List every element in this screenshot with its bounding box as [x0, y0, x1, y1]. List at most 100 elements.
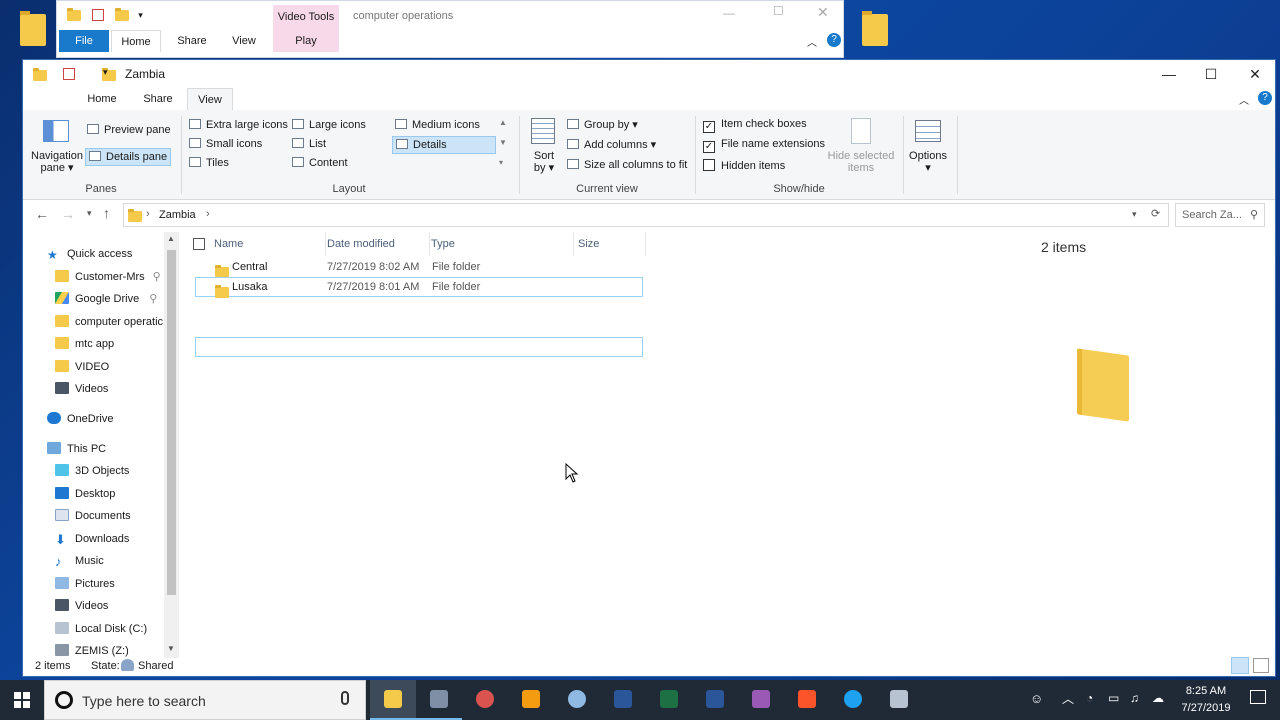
app-taskbar-icon[interactable] — [738, 680, 784, 720]
tab-home[interactable]: Home — [79, 88, 125, 110]
column-header-size[interactable]: Size — [578, 232, 646, 256]
up-arrow-icon[interactable]: ↑ — [103, 205, 110, 221]
nav-3d-objects[interactable]: 3D Objects — [55, 461, 129, 481]
excel-taskbar-icon[interactable] — [646, 680, 692, 720]
add-columns-button[interactable]: Add columns ▾ — [567, 138, 656, 151]
file-name-extensions-checkbox[interactable]: ✓ File name extensions — [703, 138, 825, 153]
app-taskbar-icon[interactable] — [876, 680, 922, 720]
clock-time[interactable]: 8:25 AM — [1180, 685, 1232, 697]
nav-mtc-app[interactable]: mtc app — [55, 334, 114, 354]
navigation-pane-button[interactable]: Navigation pane ▾ — [29, 150, 85, 174]
close-button[interactable]: ✕ — [1233, 60, 1277, 88]
show-hidden-icons-icon[interactable]: ︿ — [1062, 690, 1074, 707]
app-taskbar-icon[interactable] — [554, 680, 600, 720]
preview-pane-button[interactable]: Preview pane — [87, 124, 171, 136]
sort-by-button[interactable]: Sort by ▾ — [527, 150, 561, 174]
details-pane-button[interactable]: Details pane — [85, 148, 172, 166]
layout-list[interactable]: List — [292, 138, 326, 150]
nav-computer-operations[interactable]: computer operatic — [55, 312, 163, 332]
microphone-icon[interactable] — [341, 691, 349, 705]
collapse-ribbon-icon[interactable]: ︿ — [807, 34, 817, 49]
layout-scroll-up-icon[interactable]: ▲ — [499, 118, 507, 127]
tab-share[interactable]: Share — [167, 30, 217, 52]
taskbar-search-input[interactable]: Type here to search — [44, 680, 366, 720]
hide-selected-items-button[interactable]: Hide selected items — [825, 150, 897, 174]
properties-icon[interactable] — [63, 68, 75, 80]
nav-pictures[interactable]: Pictures — [55, 574, 115, 594]
layout-tiles[interactable]: Tiles — [189, 157, 229, 169]
navigation-scrollbar[interactable]: ▲ ▼ — [164, 232, 179, 658]
people-icon[interactable]: ☺ — [1030, 691, 1043, 706]
tab-view[interactable]: View — [187, 88, 233, 110]
layout-content[interactable]: Content — [292, 157, 348, 169]
minimize-button[interactable]: — — [723, 6, 735, 20]
nav-customer-mrs[interactable]: Customer-Mrs ⚲ — [55, 267, 161, 287]
size-all-columns-button[interactable]: Size all columns to fit — [567, 159, 687, 171]
file-explorer-taskbar-icon[interactable] — [370, 680, 416, 720]
column-header-date-modified[interactable]: Date modified — [326, 232, 430, 256]
scrollbar-thumb[interactable] — [167, 250, 176, 595]
breadcrumb-chevron-icon[interactable]: › — [146, 208, 150, 220]
customize-toolbar-icon[interactable]: ▾ — [103, 67, 108, 78]
hidden-items-checkbox[interactable]: Hidden items — [703, 159, 785, 172]
clock-date[interactable]: 7/27/2019 — [1174, 702, 1238, 714]
layout-more-icon[interactable]: ▾ — [499, 158, 503, 167]
notifications-icon[interactable] — [1250, 690, 1266, 704]
table-row[interactable] — [195, 337, 643, 357]
back-arrow-icon[interactable]: ← — [35, 206, 49, 222]
group-by-button[interactable]: Group by ▾ — [567, 118, 638, 131]
details-view-toggle[interactable] — [1231, 657, 1249, 674]
recent-locations-icon[interactable]: ▾ — [87, 208, 92, 219]
tab-play[interactable]: Play — [273, 30, 339, 52]
nav-google-drive[interactable]: Google Drive ⚲ — [55, 289, 157, 309]
network-icon[interactable]: ◔ — [1086, 691, 1093, 705]
nav-videos[interactable]: Videos — [55, 596, 108, 616]
new-folder-icon[interactable] — [115, 7, 130, 21]
background-explorer-window[interactable]: ▾ Video Tools computer operations — ☐ ✕ … — [56, 0, 844, 58]
help-icon[interactable]: ? — [827, 33, 841, 47]
nav-quick-access[interactable]: ★ Quick access — [47, 244, 132, 264]
brave-taskbar-icon[interactable] — [784, 680, 830, 720]
table-row[interactable]: Central 7/27/2019 8:02 AM File folder — [195, 257, 643, 278]
forward-arrow-icon[interactable]: → — [61, 206, 75, 222]
app-taskbar-icon[interactable] — [416, 680, 462, 720]
close-button[interactable]: ✕ — [817, 4, 829, 21]
desktop-folder-icon[interactable] — [20, 11, 46, 46]
tab-file[interactable]: File — [59, 30, 109, 52]
maximize-button[interactable]: ☐ — [1189, 60, 1233, 88]
layout-extra-large-icons[interactable]: Extra large icons — [189, 119, 288, 131]
app-taskbar-icon[interactable] — [462, 680, 508, 720]
minimize-button[interactable]: — — [1147, 60, 1191, 88]
address-dropdown-icon[interactable]: ▾ — [1132, 209, 1137, 220]
layout-large-icons[interactable]: Large icons — [292, 119, 366, 131]
properties-icon[interactable] — [92, 9, 105, 22]
windows-start-icon[interactable] — [14, 692, 30, 708]
layout-details[interactable]: Details — [392, 136, 496, 154]
layout-medium-icons[interactable]: Medium icons — [395, 119, 480, 131]
item-check-boxes-checkbox[interactable]: ✓ Item check boxes — [703, 118, 807, 133]
column-header-name[interactable]: Name — [214, 232, 326, 256]
power-icon[interactable]: ▭ — [1108, 691, 1119, 705]
title-bar[interactable]: ▾ Zambia — ☐ ✕ — [23, 60, 1275, 88]
select-all-checkbox[interactable] — [193, 238, 205, 250]
scroll-up-icon[interactable]: ▲ — [167, 234, 175, 243]
column-header-type[interactable]: Type — [431, 232, 574, 256]
nav-desktop[interactable]: Desktop — [55, 484, 115, 504]
onedrive-icon[interactable]: ☁ — [1152, 691, 1164, 705]
nav-this-pc[interactable]: This PC — [47, 439, 106, 459]
word-taskbar-icon[interactable] — [692, 680, 738, 720]
nav-documents[interactable]: Documents — [55, 506, 131, 526]
layout-scroll-down-icon[interactable]: ▼ — [499, 138, 507, 147]
tab-home[interactable]: Home — [111, 30, 161, 52]
tab-share[interactable]: Share — [133, 88, 183, 110]
table-row[interactable]: Lusaka 7/27/2019 8:01 AM File folder — [195, 277, 643, 298]
nav-videos-quick[interactable]: Videos — [55, 379, 108, 399]
volume-icon[interactable]: ♫ — [1130, 691, 1139, 705]
nav-onedrive[interactable]: OneDrive — [47, 409, 113, 429]
tab-view[interactable]: View — [219, 30, 269, 52]
edge-taskbar-icon[interactable] — [830, 680, 876, 720]
maximize-button[interactable]: ☐ — [773, 4, 784, 18]
large-icons-view-toggle[interactable] — [1253, 658, 1269, 673]
nav-music[interactable]: ♪ Music — [55, 551, 104, 571]
app-taskbar-icon[interactable] — [600, 680, 646, 720]
